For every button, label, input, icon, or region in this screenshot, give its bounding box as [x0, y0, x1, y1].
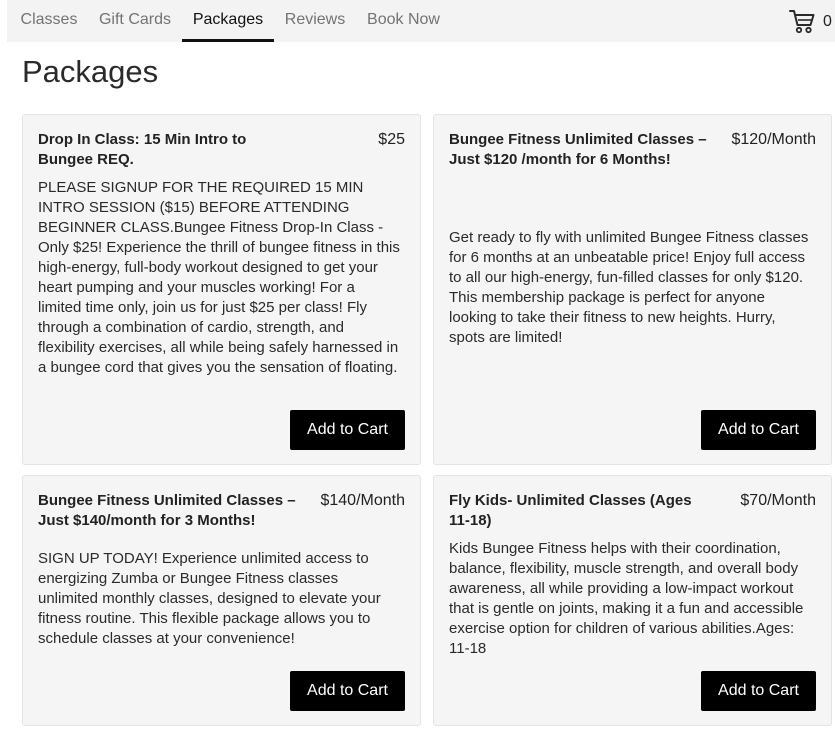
package-card: Drop In Class: 15 Min Intro to Bungee RE… — [22, 114, 421, 465]
package-price: $140/Month — [320, 492, 405, 509]
package-card: Bungee Fitness Unlimited Classes – Just … — [22, 475, 421, 726]
tab-classes[interactable]: Classes — [20, 0, 78, 42]
package-description: Get ready to fly with unlimited Bungee F… — [449, 229, 809, 346]
package-name: Fly Kids- Unlimited Classes (Ages 11-18) — [449, 492, 692, 529]
package-name: Drop In Class: 15 Min Intro to Bungee RE… — [38, 131, 247, 168]
package-price: $25 — [378, 131, 405, 148]
package-description: PLEASE SIGNUP FOR THE REQUIRED 15 MIN IN… — [38, 179, 400, 376]
package-description: SIGN UP TODAY! Experience unlimited acce… — [38, 550, 381, 647]
package-description: Kids Bungee Fitness helps with their coo… — [449, 540, 804, 657]
page-title: Packages — [22, 54, 159, 89]
package-name: Bungee Fitness Unlimited Classes – Just … — [449, 131, 707, 168]
top-nav: Classes Gift Cards Packages Reviews Book… — [7, 0, 835, 42]
tab-reviews[interactable]: Reviews — [284, 0, 346, 42]
add-to-cart-button[interactable]: Add to Cart — [701, 671, 816, 711]
tab-gift-cards[interactable]: Gift Cards — [98, 0, 172, 42]
package-price: $70/Month — [740, 492, 816, 509]
add-to-cart-button[interactable]: Add to Cart — [290, 671, 405, 711]
package-name: Bungee Fitness Unlimited Classes – Just … — [38, 492, 296, 529]
tab-packages[interactable]: Packages — [182, 0, 274, 42]
cart-count: 0 — [823, 13, 832, 30]
tab-book-now[interactable]: Book Now — [365, 0, 442, 42]
add-to-cart-button[interactable]: Add to Cart — [290, 410, 405, 450]
cart-icon — [789, 10, 815, 34]
package-price: $120/Month — [731, 131, 816, 148]
add-to-cart-button[interactable]: Add to Cart — [701, 410, 816, 450]
package-card: Fly Kids- Unlimited Classes (Ages 11-18)… — [433, 475, 832, 726]
package-card: Bungee Fitness Unlimited Classes – Just … — [433, 114, 832, 465]
cart-button[interactable]: 0 — [789, 9, 835, 35]
